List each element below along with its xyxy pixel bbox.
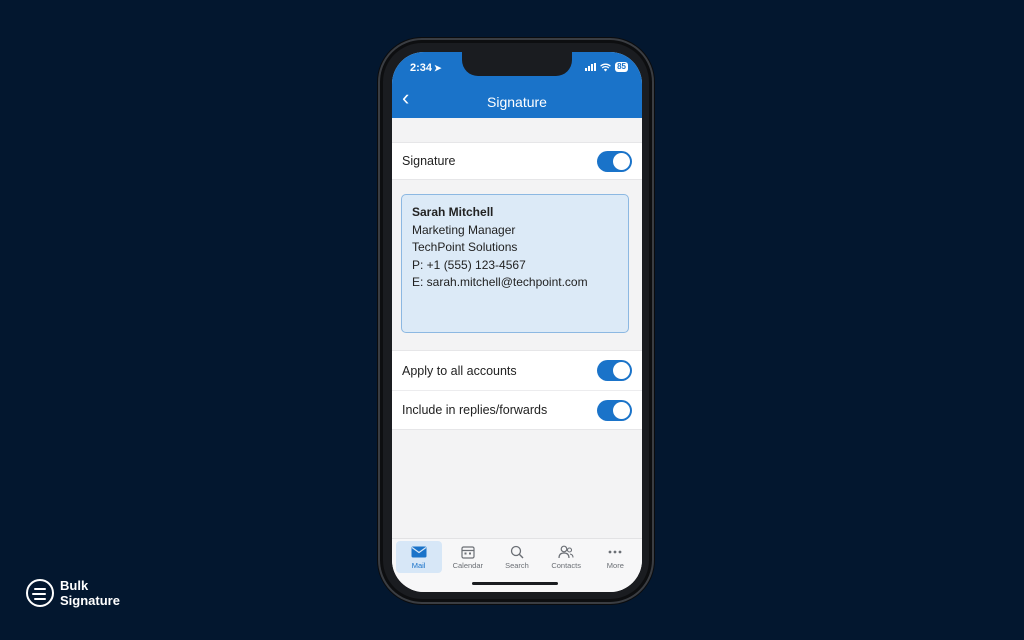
home-indicator bbox=[472, 582, 558, 585]
tab-search-label: Search bbox=[505, 560, 529, 570]
brand-logo: Bulk Signature bbox=[26, 578, 120, 608]
tab-contacts[interactable]: Contacts bbox=[543, 541, 589, 573]
tab-contacts-label: Contacts bbox=[551, 560, 581, 570]
signature-editor[interactable]: Sarah Mitchell Marketing Manager TechPoi… bbox=[401, 194, 629, 333]
calendar-icon bbox=[461, 545, 475, 559]
signature-line-email: E: sarah.mitchell@techpoint.com bbox=[412, 275, 588, 289]
signature-toggle-label: Signature bbox=[402, 154, 456, 168]
include-replies-toggle[interactable] bbox=[597, 399, 632, 421]
tab-search[interactable]: Search bbox=[494, 541, 540, 573]
brand-line-2: Signature bbox=[60, 593, 120, 608]
contacts-icon bbox=[558, 545, 574, 559]
signal-icon bbox=[585, 63, 597, 71]
bulk-signature-logo-icon bbox=[26, 579, 54, 607]
tab-mail-label: Mail bbox=[411, 560, 426, 570]
page-title: Signature bbox=[487, 94, 547, 110]
status-icons: 85 bbox=[585, 62, 628, 72]
more-icon bbox=[608, 545, 622, 559]
status-time: 2:34 ➤ bbox=[410, 62, 442, 74]
phone-frame: 2:34 ➤ 85 ‹ Signature Signature Sarah Mit… bbox=[378, 38, 654, 604]
apply-all-accounts-row: Apply to all accounts bbox=[392, 351, 642, 390]
wifi-icon bbox=[600, 63, 611, 71]
signature-toggle[interactable] bbox=[597, 150, 632, 172]
signature-line-title: Marketing Manager bbox=[412, 222, 516, 237]
tab-mail[interactable]: Mail bbox=[395, 541, 442, 573]
options-list: Apply to all accounts Include in replies… bbox=[392, 350, 642, 430]
apply-all-accounts-toggle[interactable] bbox=[597, 360, 632, 381]
include-replies-label: Include in replies/forwards bbox=[402, 403, 548, 417]
battery-icon: 85 bbox=[615, 62, 628, 72]
notch bbox=[462, 52, 572, 76]
brand-name: Bulk Signature bbox=[60, 578, 120, 608]
search-icon bbox=[510, 545, 524, 559]
tab-calendar[interactable]: Calendar bbox=[445, 541, 491, 573]
tab-calendar-label: Calendar bbox=[452, 560, 483, 570]
mail-icon bbox=[411, 545, 427, 559]
signature-line-phone: P: +1 (555) 123-4567 bbox=[412, 257, 526, 272]
include-replies-row: Include in replies/forwards bbox=[392, 390, 642, 429]
brand-line-1: Bulk bbox=[60, 578, 89, 593]
apply-all-accounts-label: Apply to all accounts bbox=[402, 363, 517, 378]
location-icon: ➤ bbox=[434, 63, 442, 73]
signature-line-company: TechPoint Solutions bbox=[412, 240, 518, 254]
tab-more-label: More bbox=[606, 560, 624, 570]
signature-toggle-row: Signature bbox=[392, 142, 642, 180]
status-time-text: 2:34 bbox=[410, 62, 433, 74]
signature-name: Sarah Mitchell bbox=[412, 205, 494, 219]
tab-more[interactable]: More bbox=[592, 541, 638, 573]
phone-screen: 2:34 ➤ 85 ‹ Signature Signature Sarah Mit… bbox=[392, 52, 642, 592]
